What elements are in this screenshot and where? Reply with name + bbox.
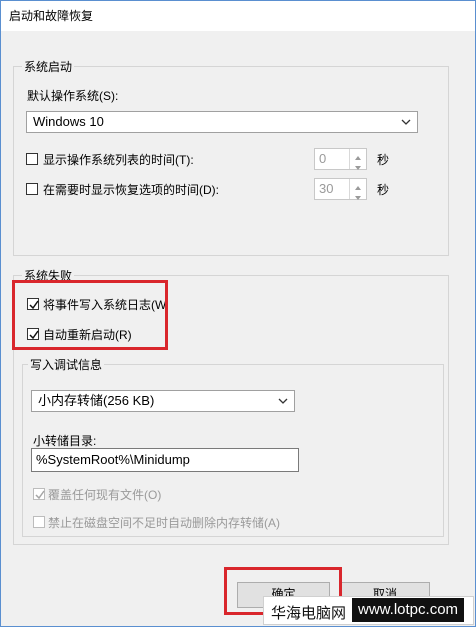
debug-info-legend: 写入调试信息 bbox=[28, 356, 105, 373]
show-recovery-checkbox[interactable] bbox=[26, 183, 38, 195]
dump-type-select[interactable]: 小内存转储(256 KB) bbox=[31, 390, 295, 412]
spin-down-icon[interactable] bbox=[350, 159, 366, 170]
spin-up-icon[interactable] bbox=[350, 149, 366, 160]
watermark-site-name: 华海电脑网 bbox=[271, 605, 347, 622]
chevron-down-icon bbox=[401, 112, 411, 132]
overwrite-label: 覆盖任何现有文件(O) bbox=[48, 488, 162, 502]
spin-down-icon[interactable] bbox=[350, 189, 366, 200]
show-os-list-spinner[interactable]: 0 bbox=[314, 148, 367, 170]
spin-up-icon[interactable] bbox=[350, 179, 366, 190]
watermark: 华海电脑网 www.lotpc.com bbox=[263, 596, 474, 625]
show-recovery-spinner[interactable]: 30 bbox=[314, 178, 367, 200]
seconds-unit-1: 秒 bbox=[377, 153, 390, 167]
show-os-list-value: 0 bbox=[319, 151, 327, 166]
overwrite-checkbox[interactable] bbox=[33, 488, 45, 500]
show-os-list-label: 显示操作系统列表的时间(T): bbox=[43, 153, 194, 167]
window-title: 启动和故障恢复 bbox=[9, 9, 94, 23]
show-os-list-checkbox[interactable] bbox=[26, 153, 38, 165]
dump-dir-label: 小转储目录: bbox=[33, 434, 97, 448]
chevron-down-icon bbox=[278, 391, 288, 411]
disable-auto-delete-label: 禁止在磁盘空间不足时自动删除内存转储(A) bbox=[48, 516, 280, 530]
show-recovery-label: 在需要时显示恢复选项的时间(D): bbox=[43, 183, 219, 197]
default-os-value: Windows 10 bbox=[33, 114, 104, 129]
dump-type-value: 小内存转储(256 KB) bbox=[38, 393, 155, 408]
system-startup-legend: 系统启动 bbox=[22, 58, 75, 75]
seconds-unit-2: 秒 bbox=[377, 183, 390, 197]
watermark-url: www.lotpc.com bbox=[352, 598, 465, 622]
disable-auto-delete-checkbox[interactable] bbox=[33, 516, 45, 528]
dump-dir-input[interactable]: %SystemRoot%\Minidump bbox=[31, 448, 299, 472]
highlight-box-system-failure bbox=[12, 280, 168, 350]
default-os-select[interactable]: Windows 10 bbox=[26, 111, 418, 133]
default-os-label: 默认操作系统(S): bbox=[27, 89, 119, 103]
show-recovery-value: 30 bbox=[319, 181, 334, 196]
checkmark-icon bbox=[35, 490, 45, 500]
